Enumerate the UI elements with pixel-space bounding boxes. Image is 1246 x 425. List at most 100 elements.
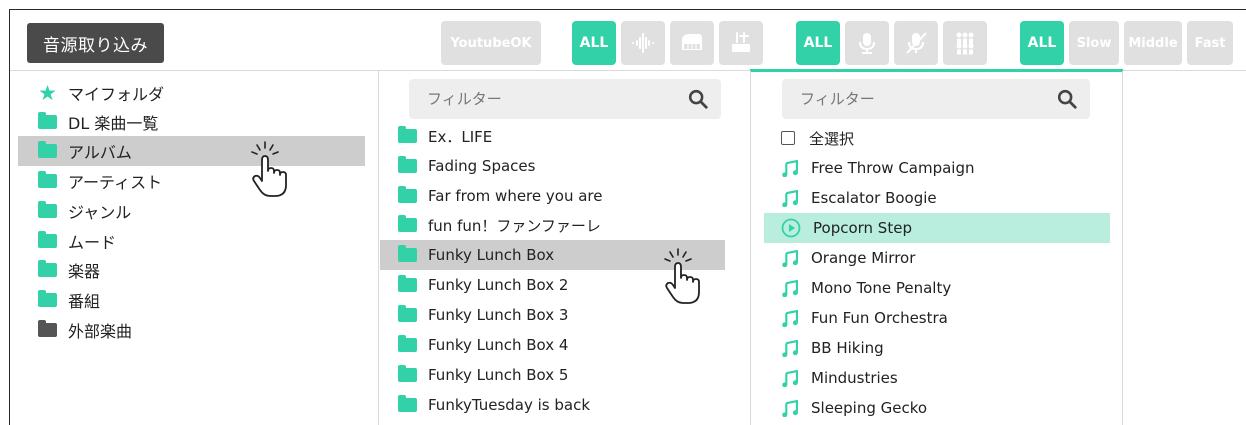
search-icon[interactable] xyxy=(687,88,709,110)
track-item[interactable]: Escalator Boogie xyxy=(764,183,1110,213)
chorus-group-icon xyxy=(956,32,974,55)
waveform-filter-button[interactable] xyxy=(621,21,665,65)
sidebar-item-external-songs[interactable]: 外部楽曲 xyxy=(18,315,365,345)
sidebar-item-dl-songs[interactable]: DL 楽曲一覧 xyxy=(18,107,365,137)
folder-icon xyxy=(38,231,57,248)
track-item[interactable]: BB Hiking xyxy=(764,333,1110,363)
folder-icon xyxy=(38,171,57,188)
sidebar-item-instrument[interactable]: 楽器 xyxy=(18,255,365,285)
sidebar-item-artist[interactable]: アーティスト xyxy=(18,166,365,196)
track-title: Mindustries xyxy=(811,369,898,387)
piano-filter-button[interactable] xyxy=(670,21,714,65)
star-icon: ★ xyxy=(38,80,57,105)
folder-icon xyxy=(38,290,57,307)
select-all-label: 全選択 xyxy=(809,129,855,148)
youtube-ok-filter-button[interactable]: YoutubeOK xyxy=(441,21,541,65)
sidebar-item-label: マイフォルダ xyxy=(68,85,165,104)
track-item[interactable]: Sleeping Gecko xyxy=(764,393,1110,423)
tempo-all-button[interactable]: ALL xyxy=(1020,21,1064,65)
music-note-icon xyxy=(782,159,798,177)
album-item[interactable]: Funky Lunch Box 4 xyxy=(380,330,725,360)
sidebar-item-label: DL 楽曲一覧 xyxy=(68,114,159,133)
column-divider xyxy=(750,71,751,425)
sidebar-item-program[interactable]: 番組 xyxy=(18,285,365,315)
sidebar-item-album[interactable]: アルバム xyxy=(18,136,365,166)
folder-icon xyxy=(398,365,417,382)
vocal-all-button[interactable]: ALL xyxy=(796,21,840,65)
no-vocal-filter-button[interactable] xyxy=(894,21,938,65)
album-item[interactable]: Ex．LIFE xyxy=(380,121,725,151)
album-label: FunkyTuesday is back xyxy=(428,396,591,414)
album-item[interactable]: Far from where you are xyxy=(380,181,725,211)
track-title: Orange Mirror xyxy=(811,249,916,267)
music-note-icon xyxy=(782,249,798,267)
track-item[interactable]: Mindustries xyxy=(764,363,1110,393)
select-all-checkbox[interactable] xyxy=(781,131,795,145)
select-all-row[interactable]: 全選択 xyxy=(764,123,1110,153)
folder-icon xyxy=(38,112,57,129)
track-title: Free Throw Campaign xyxy=(811,159,975,177)
instrument-all-button[interactable]: ALL xyxy=(572,21,616,65)
folder-icon xyxy=(398,156,417,173)
track-title: Sleeping Gecko xyxy=(811,399,928,417)
column-divider xyxy=(1122,71,1123,425)
folder-icon xyxy=(398,186,417,203)
album-item[interactable]: fun fun！ファンファーレ xyxy=(380,210,725,240)
track-item-playing[interactable]: Popcorn Step xyxy=(764,213,1110,243)
folder-icon xyxy=(38,260,57,277)
play-icon[interactable] xyxy=(781,218,801,238)
track-filter-input[interactable] xyxy=(800,90,1056,108)
folder-icon xyxy=(38,141,57,158)
music-note-icon xyxy=(782,369,798,387)
sidebar-item-label: アルバム xyxy=(68,143,132,162)
track-item[interactable]: Fun Fun Orchestra xyxy=(764,303,1110,333)
album-item[interactable]: Fading Spaces xyxy=(380,151,725,181)
sidebar-item-my-folder[interactable]: ★ マイフォルダ xyxy=(18,78,365,108)
album-label: Ex．LIFE xyxy=(428,127,493,146)
with-vocal-filter-button[interactable] xyxy=(845,21,889,65)
column-divider xyxy=(378,71,379,425)
waveform-icon xyxy=(632,33,654,53)
music-note-icon xyxy=(782,189,798,207)
tempo-slow-button[interactable]: Slow xyxy=(1069,21,1119,65)
folder-icon xyxy=(398,395,417,412)
chorus-filter-button[interactable] xyxy=(943,21,987,65)
album-label: Funky Lunch Box 3 xyxy=(428,306,569,324)
album-label: Fading Spaces xyxy=(428,157,536,175)
album-label: fun fun！ファンファーレ xyxy=(428,216,601,235)
music-note-icon xyxy=(782,279,798,297)
album-filter xyxy=(409,79,721,119)
import-audio-button[interactable]: 音源取り込み xyxy=(27,23,164,63)
track-item[interactable]: Free Throw Campaign xyxy=(764,153,1110,183)
folder-icon xyxy=(398,245,417,262)
sidebar-item-genre[interactable]: ジャンル xyxy=(18,196,365,226)
album-label: Funky Lunch Box xyxy=(428,246,555,264)
tempo-fast-button[interactable]: Fast xyxy=(1187,21,1233,65)
album-label: Funky Lunch Box 2 xyxy=(428,276,569,294)
search-icon[interactable] xyxy=(1056,88,1078,110)
track-item[interactable]: Mono Tone Penalty xyxy=(764,273,1110,303)
microphone-icon xyxy=(859,33,875,54)
microphone-off-icon xyxy=(906,32,927,54)
album-label: Funky Lunch Box 5 xyxy=(428,366,569,384)
track-title: BB Hiking xyxy=(811,339,884,357)
sidebar-item-mood[interactable]: ムード xyxy=(18,226,365,256)
hand-click-cursor-icon xyxy=(664,248,700,304)
tempo-middle-button[interactable]: Middle xyxy=(1124,21,1182,65)
piano-icon xyxy=(682,34,702,50)
music-note-icon xyxy=(782,339,798,357)
album-filter-input[interactable] xyxy=(427,90,687,108)
album-item[interactable]: FunkyTuesday is back xyxy=(380,390,725,420)
sidebar-item-label: 楽器 xyxy=(68,262,101,281)
folder-icon xyxy=(398,335,417,352)
folder-icon xyxy=(398,275,417,292)
band-filter-button[interactable] xyxy=(719,21,763,65)
folder-icon xyxy=(398,305,417,322)
sidebar-item-label: 番組 xyxy=(68,292,101,311)
folder-icon xyxy=(38,201,57,218)
album-item[interactable]: Funky Lunch Box 5 xyxy=(380,360,725,390)
folder-icon xyxy=(38,320,57,337)
track-item[interactable]: Orange Mirror xyxy=(764,243,1110,273)
track-title: Fun Fun Orchestra xyxy=(811,309,948,327)
band-instruments-icon xyxy=(732,32,750,52)
